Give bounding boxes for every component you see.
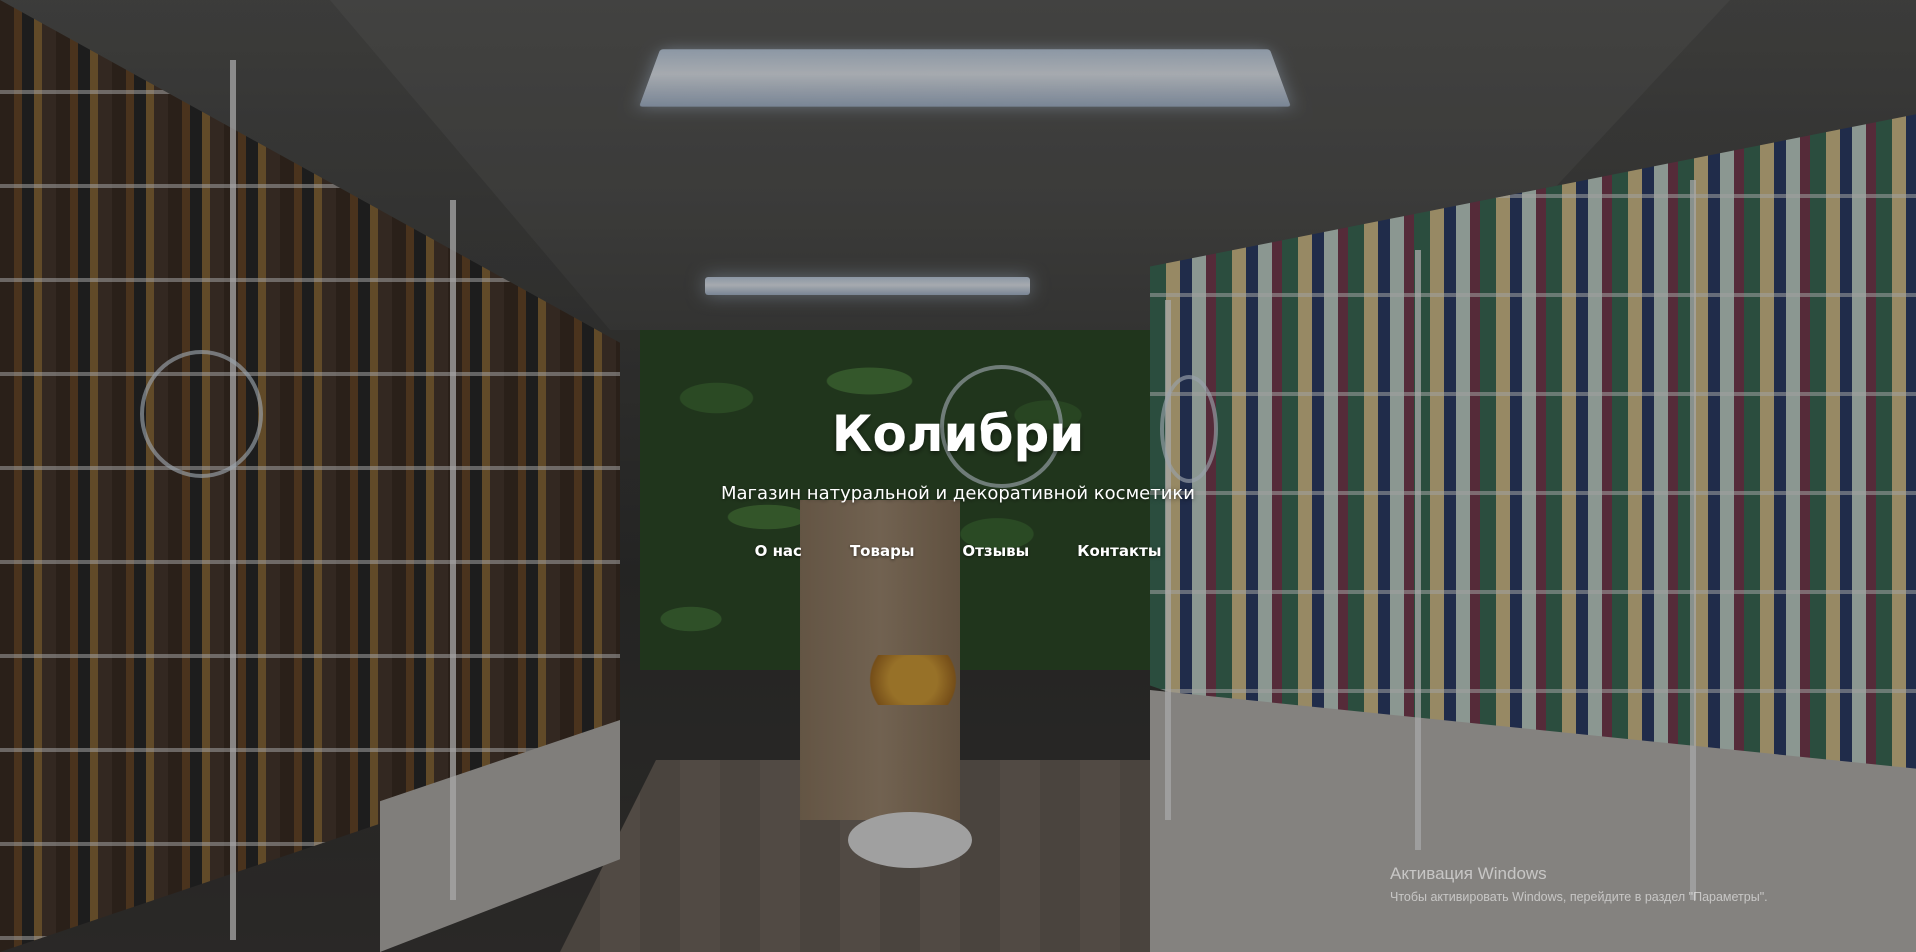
watermark-title: Активация Windows [1390,864,1547,883]
hero-content: Колибри Магазин натуральной и декоративн… [0,0,1916,952]
nav-link-reviews[interactable]: Отзывы [956,542,1035,560]
windows-activation-watermark: Активация Windows Чтобы активировать Win… [1390,864,1768,904]
site-title: Колибри [831,405,1085,463]
main-nav: О нас Товары Отзывы Контакты [0,542,1916,560]
nav-link-contacts[interactable]: Контакты [1071,542,1167,560]
watermark-message: Чтобы активировать Windows, перейдите в … [1390,890,1768,904]
site-subtitle: Магазин натуральной и декоративной косме… [721,483,1195,504]
nav-link-products[interactable]: Товары [844,542,920,560]
nav-link-about[interactable]: О нас [749,542,808,560]
